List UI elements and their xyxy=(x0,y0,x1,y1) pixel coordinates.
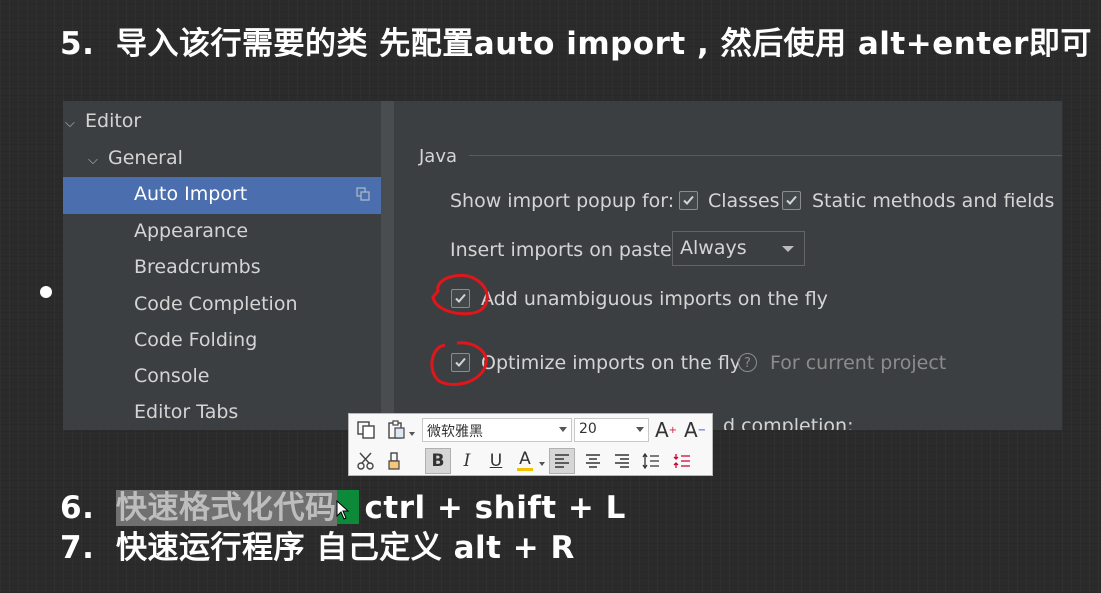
font-size-value: 20 xyxy=(579,421,597,437)
insert-imports-dropdown[interactable]: Always xyxy=(672,231,805,266)
selected-text-highlight[interactable]: 快速格式化代码 xyxy=(116,490,337,526)
step-5-heading: 5. 导入该行需要的类 先配置auto import , 然后使用 alt+ent… xyxy=(60,18,1092,63)
classes-label[interactable]: Classes xyxy=(708,190,780,212)
classes-checkbox[interactable] xyxy=(679,191,698,210)
partial-completion-label: d completion: xyxy=(723,415,854,430)
chevron-down-icon[interactable] xyxy=(409,432,415,436)
tree-label: Editor xyxy=(85,110,142,132)
font-name-value: 微软雅黑 xyxy=(427,424,483,440)
tree-item-code-completion[interactable]: Code Completion xyxy=(134,293,298,315)
tree-label: General xyxy=(108,147,183,169)
font-color-button[interactable]: A xyxy=(512,448,538,474)
align-left-icon[interactable] xyxy=(549,448,575,474)
line-spacing-decrease-icon[interactable] xyxy=(669,448,695,474)
copy-settings-icon[interactable] xyxy=(356,187,370,201)
tree-item-auto-import[interactable]: Auto Import xyxy=(134,183,247,205)
shortcut-text: ctrl + shift + L xyxy=(364,490,626,526)
import-popup-label: Show import popup for: xyxy=(450,190,675,212)
align-right-icon[interactable] xyxy=(609,448,635,474)
section-divider xyxy=(469,155,1062,156)
tree-item-general[interactable]: ⌵ General xyxy=(88,147,183,169)
step-text: 导入该行需要的类 先配置auto import , 然后使用 alt+enter… xyxy=(116,26,1092,62)
mini-format-toolbar: 微软雅黑 20 A + A − B I U A xyxy=(348,413,713,476)
bold-button[interactable]: B xyxy=(425,448,451,474)
align-center-icon[interactable] xyxy=(580,448,606,474)
settings-tree: ⌵ Editor ⌵ General Auto Import Appearance … xyxy=(63,101,395,430)
tree-item-console[interactable]: Console xyxy=(134,365,209,387)
underline-button[interactable]: U xyxy=(483,448,509,474)
sidebar-scrollbar[interactable] xyxy=(381,101,394,430)
cut-icon[interactable] xyxy=(353,448,379,474)
chevron-down-icon xyxy=(559,427,567,432)
ide-settings-screenshot: ⌵ Editor ⌵ General Auto Import Appearance … xyxy=(63,101,1062,430)
optimize-imports-checkbox[interactable] xyxy=(451,353,470,372)
chevron-down-icon xyxy=(782,246,794,252)
tree-item-editor-tabs[interactable]: Editor Tabs xyxy=(134,401,238,423)
static-methods-checkbox[interactable] xyxy=(782,191,801,210)
step-number: 5. xyxy=(60,26,95,62)
format-painter-icon[interactable] xyxy=(383,448,409,474)
chevron-down-icon: ⌵ xyxy=(88,153,98,168)
optimize-imports-label[interactable]: Optimize imports on the fly xyxy=(481,352,741,374)
add-unambiguous-checkbox[interactable] xyxy=(451,289,470,308)
font-size-select[interactable]: 20 xyxy=(574,418,649,442)
copy-format-icon[interactable] xyxy=(353,417,379,443)
font-name-select[interactable]: 微软雅黑 xyxy=(422,418,572,442)
shrink-font-icon[interactable]: A − xyxy=(682,417,708,443)
tree-item-breadcrumbs[interactable]: Breadcrumbs xyxy=(134,256,261,278)
step-number: 6. xyxy=(60,490,95,526)
tree-item-code-folding[interactable]: Code Folding xyxy=(134,329,257,351)
step-text: 快速运行程序 自己定义 alt + R xyxy=(116,530,575,566)
add-unambiguous-label[interactable]: Add unambiguous imports on the fly xyxy=(481,288,828,310)
tree-item-editor[interactable]: ⌵ Editor xyxy=(65,110,141,132)
mouse-pointer-icon xyxy=(336,500,350,520)
dropdown-value: Always xyxy=(680,237,747,259)
bullet-dot xyxy=(40,286,52,298)
chevron-down-icon[interactable] xyxy=(539,462,545,466)
help-icon[interactable]: ? xyxy=(738,353,757,372)
for-current-project-label: For current project xyxy=(770,352,947,374)
paste-icon[interactable] xyxy=(383,417,409,443)
step-number: 7. xyxy=(60,530,95,566)
step-7-heading: 7. 快速运行程序 自己定义 alt + R xyxy=(60,522,575,567)
section-title-java: Java xyxy=(419,146,458,167)
static-methods-label[interactable]: Static methods and fields xyxy=(812,190,1054,212)
tree-item-appearance[interactable]: Appearance xyxy=(134,220,248,242)
line-spacing-increase-icon[interactable] xyxy=(638,448,664,474)
italic-button[interactable]: I xyxy=(454,448,480,474)
chevron-down-icon xyxy=(636,427,644,432)
grow-font-icon[interactable]: A + xyxy=(653,417,679,443)
chevron-down-icon: ⌵ xyxy=(65,116,75,131)
insert-imports-label: Insert imports on paste: xyxy=(450,239,679,261)
